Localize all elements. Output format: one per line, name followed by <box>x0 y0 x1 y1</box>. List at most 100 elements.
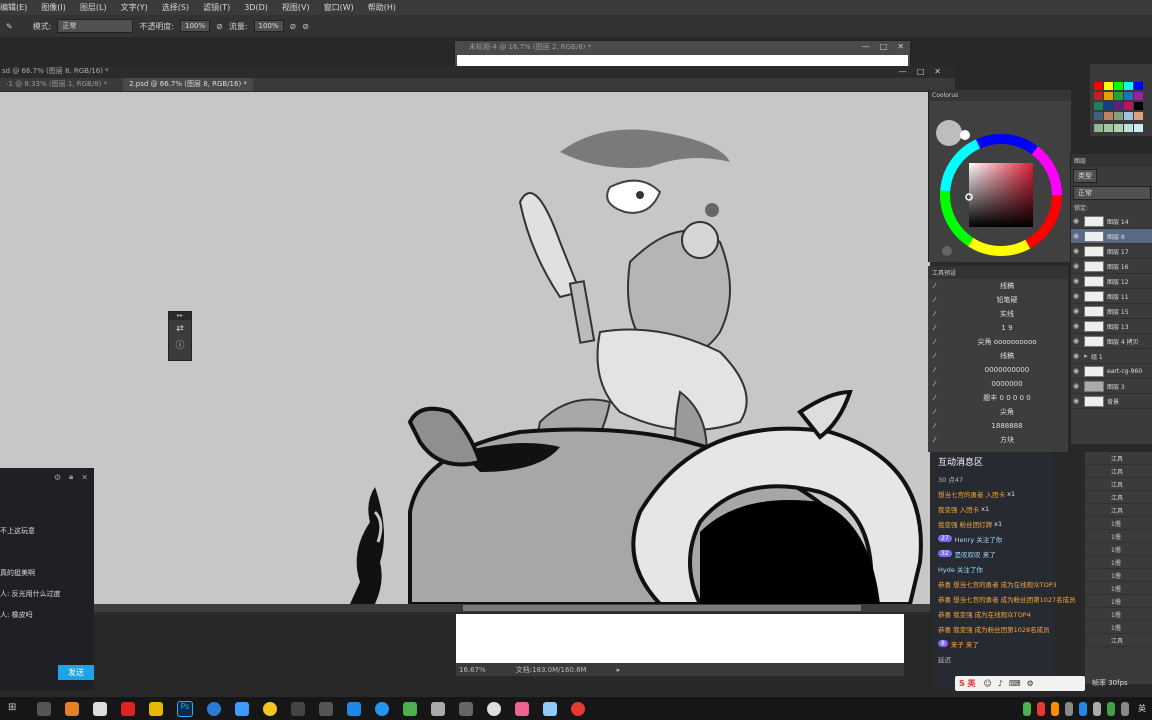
preset-item[interactable]: ⁄ 方块 <box>928 433 1068 447</box>
layer-row[interactable]: ◉ 背景 <box>1071 394 1152 409</box>
tray-icon[interactable] <box>1065 701 1073 716</box>
menu-window[interactable]: 窗口(W) <box>324 2 354 13</box>
preset-item[interactable]: ⁄ 0000000000 <box>928 363 1068 377</box>
history-item[interactable]: 1撸 <box>1085 595 1152 608</box>
tray-icon[interactable] <box>1079 701 1087 716</box>
layer-row[interactable]: ◉ 图层 13 <box>1071 319 1152 334</box>
preset-item[interactable]: ⁄ 线稿 <box>928 279 1068 293</box>
app-icon[interactable] <box>319 701 333 716</box>
weibo-icon[interactable] <box>121 701 135 716</box>
swatch[interactable] <box>1104 112 1113 120</box>
menu-select[interactable]: 选择(S) <box>162 2 189 13</box>
visibility-eye-icon[interactable]: ◉ <box>1071 307 1081 315</box>
app-icon[interactable] <box>65 701 79 716</box>
app-icon[interactable] <box>37 701 51 716</box>
swatch[interactable] <box>1134 102 1143 110</box>
app-icon[interactable] <box>431 701 445 716</box>
tool-toggle-icon[interactable]: ⇄ <box>169 324 191 334</box>
close-icon[interactable]: ✕ <box>897 42 904 51</box>
close-icon[interactable]: ✕ <box>934 67 941 76</box>
app-icon[interactable] <box>515 701 529 716</box>
app-icon[interactable] <box>543 701 557 716</box>
blend-mode-select[interactable]: 正常 <box>1073 186 1151 200</box>
mode-select[interactable]: 正常 <box>57 19 134 33</box>
preset-item[interactable]: ⁄ 0000000 <box>928 377 1068 391</box>
history-item[interactable]: 1撸 <box>1085 621 1152 634</box>
settings-icon[interactable]: ⚙ <box>54 473 61 482</box>
layer-row[interactable]: ◉ 图层 14 <box>1071 214 1152 229</box>
visibility-eye-icon[interactable]: ◉ <box>1071 217 1081 225</box>
photoshop-icon[interactable]: Ps <box>177 700 193 717</box>
visibility-eye-icon[interactable]: ◉ <box>1071 382 1081 390</box>
airbrush-icon[interactable]: ⊘ <box>290 22 297 31</box>
zoom-level[interactable]: 16.67% <box>459 666 486 674</box>
swatch[interactable] <box>1094 124 1103 132</box>
preset-item[interactable]: ⁄ 铅笔硬 <box>928 293 1068 307</box>
app-icon[interactable] <box>375 701 389 716</box>
history-item[interactable]: 江具 <box>1085 452 1152 465</box>
info-icon[interactable]: ⓘ <box>169 338 191 351</box>
pressure-size-icon[interactable]: ⊘ <box>302 22 309 31</box>
app-icon[interactable] <box>459 701 473 716</box>
visibility-eye-icon[interactable]: ◉ <box>1071 292 1081 300</box>
history-item[interactable]: 1撸 <box>1085 543 1152 556</box>
swatch[interactable] <box>1104 124 1113 132</box>
swatch[interactable] <box>1104 82 1113 90</box>
start-icon[interactable]: ⊞ <box>8 702 22 716</box>
swatch[interactable] <box>1124 124 1133 132</box>
history-item[interactable]: 1撸 <box>1085 608 1152 621</box>
visibility-eye-icon[interactable]: ◉ <box>1071 337 1081 345</box>
tray-icon[interactable] <box>1107 701 1115 716</box>
history-item[interactable]: 1撸 <box>1085 530 1152 543</box>
swatch[interactable] <box>1124 92 1133 100</box>
minimize-icon[interactable]: — <box>862 42 870 51</box>
tray-icon[interactable] <box>1023 701 1031 716</box>
visibility-eye-icon[interactable]: ◉ <box>1071 247 1081 255</box>
swatch[interactable] <box>1124 102 1133 110</box>
layer-row[interactable]: ◉ 图层 15 <box>1071 304 1152 319</box>
app-icon[interactable] <box>207 701 221 716</box>
color-wheel[interactable] <box>929 101 1071 261</box>
preset-item[interactable]: ⁄ 1 9 <box>928 321 1068 335</box>
menu-3d[interactable]: 3D(D) <box>244 3 268 12</box>
history-item[interactable]: 江具 <box>1085 634 1152 647</box>
swatch[interactable] <box>1134 112 1143 120</box>
preset-item[interactable]: ⁄ 腮丰 0 0 0 0 0 <box>928 391 1068 405</box>
history-item[interactable]: 1撸 <box>1085 556 1152 569</box>
preset-item[interactable]: ⁄ 尖角 <box>928 405 1068 419</box>
visibility-eye-icon[interactable]: ◉ <box>1071 322 1081 330</box>
swatch[interactable] <box>1094 92 1103 100</box>
menu-edit[interactable]: 编辑(E) <box>0 2 27 13</box>
layer-row[interactable]: ◉ 图层 17 <box>1071 244 1152 259</box>
layer-row[interactable]: ◉ 图层 3 <box>1071 379 1152 394</box>
opacity-input[interactable]: 100% <box>180 20 211 32</box>
folder-icon[interactable] <box>149 701 163 716</box>
swatch[interactable] <box>1094 102 1103 110</box>
visibility-eye-icon[interactable]: ◉ <box>1071 352 1081 360</box>
floating-tool-palette[interactable]: ▸▸ ⇄ ⓘ <box>168 311 192 361</box>
layer-kind-filter[interactable]: 类型 <box>1073 169 1097 183</box>
history-item[interactable]: 江具 <box>1085 504 1152 517</box>
tray-icon[interactable] <box>1093 701 1101 716</box>
visibility-eye-icon[interactable]: ◉ <box>1071 232 1081 240</box>
flow-input[interactable]: 100% <box>253 20 284 32</box>
history-item[interactable]: 江具 <box>1085 491 1152 504</box>
history-item[interactable]: 江具 <box>1085 478 1152 491</box>
maximize-icon[interactable]: □ <box>917 67 925 76</box>
swatch[interactable] <box>1094 82 1103 90</box>
maximize-icon[interactable]: □ <box>880 42 888 51</box>
swatch[interactable] <box>1134 82 1143 90</box>
background-document-window[interactable]: 未标题-4 @ 16.7% (图层 2, RGB/8) * — □ ✕ <box>454 40 911 69</box>
app-icon[interactable] <box>291 701 305 716</box>
layer-row[interactable]: ◉ 图层 12 <box>1071 274 1152 289</box>
settings-icon[interactable]: ⚙ <box>1027 679 1034 688</box>
visibility-eye-icon[interactable]: ◉ <box>1071 262 1081 270</box>
menu-filter[interactable]: 滤镜(T) <box>203 2 230 13</box>
palette-grip-icon[interactable]: ▸▸ <box>169 312 191 320</box>
lock-icon[interactable]: 🔒︎ <box>69 472 73 482</box>
horizontal-scrollbar[interactable] <box>93 604 930 612</box>
preset-item[interactable]: ⁄ 线稿 <box>928 349 1068 363</box>
swatch[interactable] <box>1114 92 1123 100</box>
keyboard-icon[interactable]: ⌨ <box>1009 679 1021 688</box>
status-arrow-icon[interactable]: ▸ <box>617 666 621 674</box>
